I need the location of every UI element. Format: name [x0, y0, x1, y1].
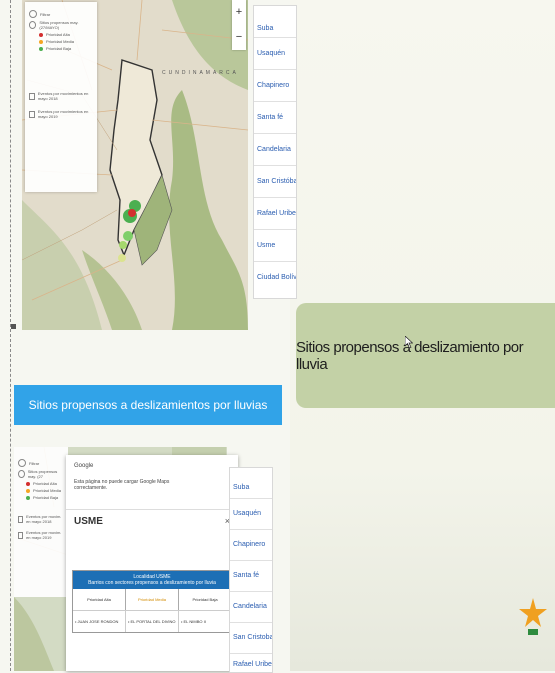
locality-item[interactable]: Chapinero	[254, 70, 296, 102]
legend-level: Prioridad Media	[33, 488, 62, 493]
table-cell: • EL PORTAL DEL DIVINO	[126, 611, 179, 632]
legend-title: Filtrar	[40, 11, 51, 17]
checkbox-icon[interactable]	[29, 92, 35, 100]
medium-priority-icon	[26, 488, 30, 493]
zoom-in-button[interactable]: +	[232, 0, 246, 25]
layer-toggle-icon[interactable]	[29, 21, 37, 29]
locality-item[interactable]: Rafael Uribe Uribe	[254, 198, 296, 230]
locality-info-window[interactable]: Google Esta página no puede cargar Googl…	[66, 455, 238, 671]
table-cell: • EL NIMBO II	[181, 619, 206, 624]
table-column-headers: Prioridad Alta Prioridad Media Prioridad…	[73, 589, 231, 610]
locality-item[interactable]: Ciudad Bolívar	[254, 262, 296, 293]
locality-item[interactable]: Candelaria	[230, 592, 272, 623]
locality-item[interactable]: Rafael Uribe Uribe	[230, 654, 272, 668]
checkbox-icon[interactable]	[18, 515, 24, 523]
selection-handle	[11, 324, 16, 329]
locality-item[interactable]: Santa fé	[230, 561, 272, 592]
locality-item[interactable]: Candelaria	[254, 134, 296, 166]
google-error-message: Esta página no puede cargar Google Maps …	[74, 479, 170, 491]
checkbox-icon[interactable]	[29, 110, 35, 118]
table-row: • JUAN JOSE RONDON • EL PORTAL DEL DIVIN…	[73, 610, 231, 632]
cursor-icon	[405, 336, 413, 348]
legend-event: Eventos por movim. en mayo 2018	[26, 514, 62, 524]
layer-toggle-icon[interactable]	[18, 470, 25, 478]
column-high: Prioridad Alta	[73, 589, 126, 610]
legend-layer-label: Sitios propensos may. (27	[27, 469, 58, 479]
callout-text: Sitios propensos a deslizamiento por llu…	[296, 338, 524, 373]
locality-title: USME	[74, 516, 103, 527]
locality-list-top: Suba Usaquén Chapinero Santa fé Candelar…	[253, 5, 297, 299]
layer-toggle-icon[interactable]	[29, 10, 37, 18]
table-cell: • JUAN JOSE RONDON	[73, 611, 126, 632]
table-subtitle: Barrios con sectores propensos a desliza…	[88, 580, 216, 586]
column-medium: Prioridad Media	[126, 589, 179, 610]
callout-label: Sitios propensos a deslizamiento por llu…	[296, 303, 555, 408]
locality-item[interactable]: San Cristóbal	[254, 166, 296, 198]
legend-level: Prioridad Baja	[46, 46, 72, 51]
low-priority-icon	[26, 495, 30, 500]
locality-item[interactable]: Suba	[230, 468, 272, 499]
low-priority-icon	[39, 46, 43, 51]
google-title: Google	[74, 463, 94, 469]
high-priority-icon	[26, 481, 30, 486]
map-legend-bottom: Filtrar Sitios propensos may. (27 Priori…	[14, 447, 68, 597]
locality-item[interactable]: Suba	[254, 6, 296, 38]
locality-item[interactable]: Usaquén	[254, 38, 296, 70]
high-priority-icon	[39, 32, 43, 37]
layer-toggle-icon[interactable]	[18, 459, 26, 467]
medium-priority-icon	[39, 39, 43, 44]
map-place-label: CUNDINAMARCA	[162, 70, 239, 76]
column-low: Prioridad Baja	[192, 597, 218, 602]
checkbox-icon[interactable]	[18, 531, 24, 539]
legend-level: Prioridad Baja	[33, 495, 59, 500]
map-legend-top: Filtrar Sitios propensos may. (27/MAYO) …	[25, 2, 97, 192]
locality-item[interactable]: Usaquén	[230, 499, 272, 530]
star-logo-icon	[519, 598, 547, 635]
legend-event: Eventos por movimientos en mayo 2018	[37, 91, 89, 101]
legend-level: Prioridad Alta	[33, 481, 57, 486]
legend-layer-label: Sitios propensos may. (27/MAYO)	[39, 20, 79, 30]
legend-event: Eventos por movim. en mayo 2019	[26, 530, 62, 540]
locality-item[interactable]: San Cristobal	[230, 623, 272, 654]
table-header: Localidad USME Barrios con sectores prop…	[73, 571, 231, 589]
legend-level: Prioridad Alta	[46, 32, 70, 37]
landslide-table: Localidad USME Barrios con sectores prop…	[72, 570, 232, 633]
zoom-out-button[interactable]: −	[232, 25, 246, 50]
locality-item[interactable]: Santa fé	[254, 102, 296, 134]
locality-item[interactable]: Chapinero	[230, 530, 272, 561]
zoom-control[interactable]: + −	[232, 0, 246, 50]
page-banner-title: Sitios propensos a deslizamientos por ll…	[14, 385, 282, 425]
legend-event: Eventos por movimientos en mayo 2019	[37, 109, 89, 119]
legend-level: Prioridad Media	[46, 39, 75, 44]
locality-item[interactable]: Usme	[254, 230, 296, 262]
locality-list-bottom: Suba Usaquén Chapinero Santa fé Candelar…	[229, 467, 273, 673]
legend-title: Filtrar	[29, 460, 40, 466]
guide-line	[10, 0, 11, 671]
